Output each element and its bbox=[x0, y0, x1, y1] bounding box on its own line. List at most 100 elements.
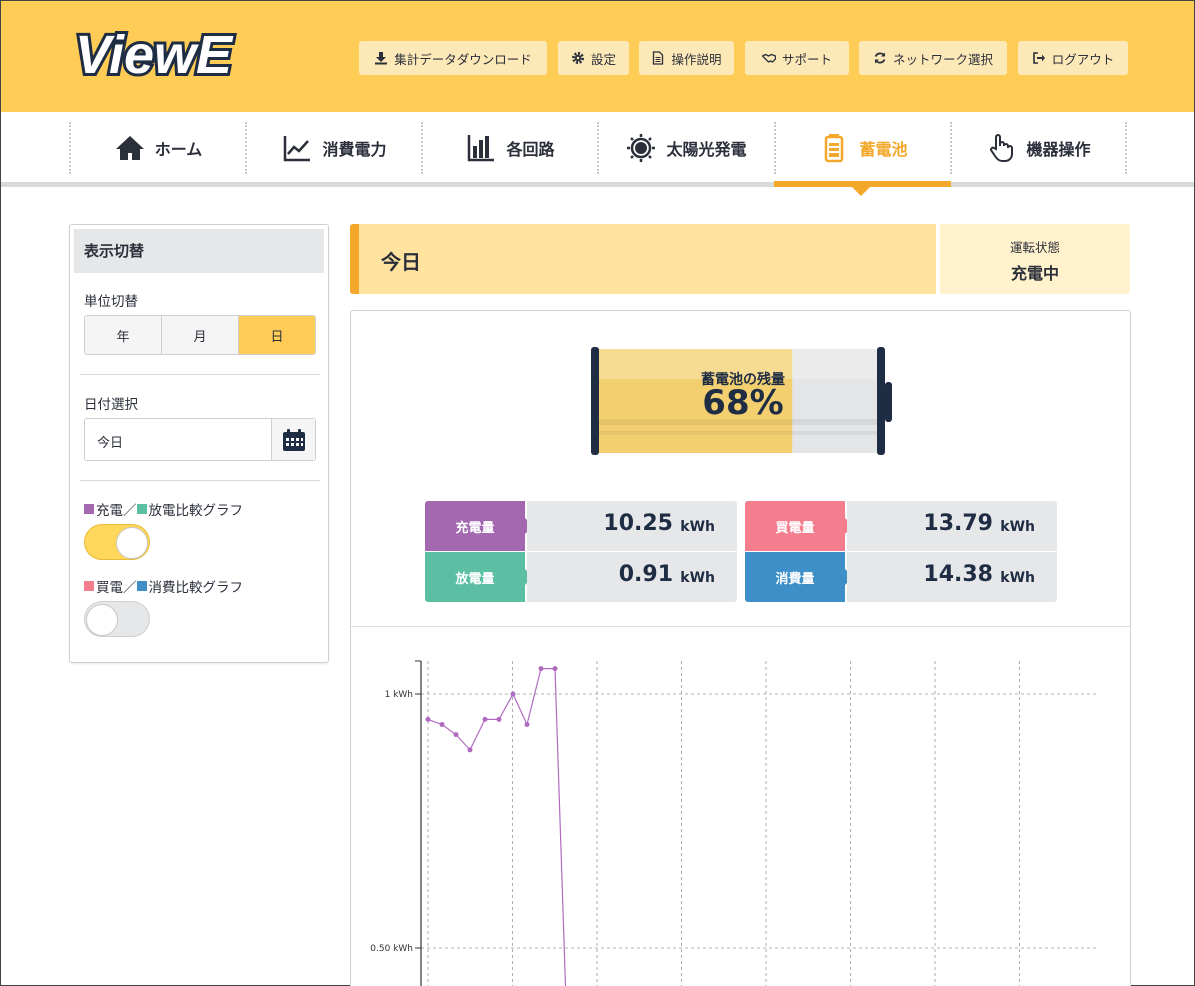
pointer-hand-icon bbox=[990, 134, 1014, 162]
date-select-label: 日付選択 bbox=[84, 397, 138, 413]
manual-button[interactable]: 操作説明 bbox=[639, 41, 734, 75]
settings-label: 設定 bbox=[590, 51, 616, 67]
nav-item-label: 機器操作 bbox=[1026, 140, 1091, 159]
nav-item-label: 蓄電池 bbox=[859, 140, 908, 159]
panel-title: 表示切替 bbox=[74, 229, 324, 273]
legend-separator: ／ bbox=[123, 503, 137, 519]
date-select-field[interactable]: 今日 bbox=[84, 418, 316, 461]
logout-button[interactable]: ログアウト bbox=[1018, 41, 1128, 75]
stat-unit: kWh bbox=[680, 519, 715, 535]
stat-value: 14.38 bbox=[923, 562, 993, 587]
home-icon bbox=[115, 136, 144, 160]
nav-item-battery[interactable]: 蓄電池 bbox=[774, 122, 951, 174]
period-title-bar: 今日 bbox=[350, 224, 936, 294]
discharge-color-swatch bbox=[136, 504, 147, 514]
network-select-button[interactable]: ネットワーク選択 bbox=[859, 41, 1007, 75]
header: ViewE 集計データダウンロード 設定 操作説明 サポート ネットワーク選択 … bbox=[1, 1, 1194, 112]
stat-label: 充電量 bbox=[425, 501, 533, 551]
nav-item-consumption[interactable]: 消費電力 bbox=[245, 122, 422, 174]
stat-value-box: 10.25 kWh bbox=[527, 501, 737, 551]
battery-icon bbox=[825, 134, 844, 163]
sun-icon bbox=[627, 134, 656, 162]
settings-button[interactable]: 設定 bbox=[558, 41, 629, 75]
nav-item-label: 消費電力 bbox=[322, 140, 387, 159]
data-point bbox=[453, 732, 459, 738]
document-icon bbox=[653, 51, 664, 65]
y-tick-label: 1 kWh bbox=[385, 690, 413, 700]
network-select-label: ネットワーク選択 bbox=[892, 51, 993, 67]
data-point bbox=[510, 691, 516, 697]
bar-chart-icon bbox=[468, 135, 495, 162]
battery-percent: 68% bbox=[702, 383, 784, 423]
refresh-icon bbox=[874, 52, 886, 64]
charge-discharge-graph-label: 充電 ／ 放電比較グラフ bbox=[84, 499, 243, 519]
manual-label: 操作説明 bbox=[671, 51, 722, 67]
unit-switch-label: 単位切替 bbox=[84, 294, 138, 310]
logout-label: ログアウト bbox=[1051, 51, 1115, 67]
divider bbox=[80, 480, 320, 481]
gear-icon bbox=[571, 52, 584, 64]
nav-item-circuits[interactable]: 各回路 bbox=[421, 122, 598, 174]
stat-unit: kWh bbox=[680, 570, 715, 586]
nav-active-caret bbox=[851, 186, 871, 196]
download-label: 集計データダウンロード bbox=[394, 51, 532, 67]
calendar-button[interactable] bbox=[271, 419, 315, 460]
calendar-icon bbox=[282, 428, 305, 451]
viewe-logo[interactable]: ViewE bbox=[71, 21, 271, 87]
toggle-knob bbox=[116, 527, 148, 559]
stat-value-box: 13.79 kWh bbox=[847, 501, 1057, 551]
nav-item-solar[interactable]: 太陽光発電 bbox=[597, 122, 774, 174]
stat-label: 放電量 bbox=[425, 552, 533, 602]
charge-discharge-chart: 1 kWh 0.50 kWh bbox=[370, 660, 1096, 986]
download-button[interactable]: 集計データダウンロード bbox=[359, 41, 547, 75]
buy-color-swatch bbox=[84, 581, 94, 591]
stat-value: 0.91 bbox=[618, 562, 673, 587]
main-nav: ホーム 消費電力 各回路 太陽光発電 蓄電池 機器操作 bbox=[1, 112, 1194, 187]
data-point bbox=[496, 716, 502, 722]
operation-status: 運転状態 充電中 bbox=[940, 224, 1130, 294]
stat-value: 13.79 bbox=[923, 511, 993, 536]
date-value: 今日 bbox=[97, 436, 124, 451]
toggle-knob bbox=[86, 604, 118, 636]
buy-consumption-toggle[interactable] bbox=[84, 601, 150, 637]
support-button[interactable]: サポート bbox=[745, 41, 849, 75]
unit-month-button[interactable]: 月 bbox=[162, 316, 239, 354]
buy-consumption-graph-label: 買電 ／ 消費比較グラフ bbox=[84, 576, 243, 596]
status-label: 運転状態 bbox=[1009, 240, 1060, 255]
nav-item-label: 各回路 bbox=[506, 140, 555, 159]
consumption-color-swatch bbox=[136, 581, 147, 591]
display-settings-panel: 表示切替 単位切替 年 月 日 日付選択 今日 充電 ／ 放電比較グラフ 買電 … bbox=[69, 224, 329, 663]
y-tick-label: 0.50 kWh bbox=[370, 944, 413, 954]
divider bbox=[80, 374, 320, 375]
logout-icon bbox=[1032, 52, 1045, 64]
handshake-icon bbox=[761, 53, 776, 63]
unit-day-button[interactable]: 日 bbox=[239, 316, 315, 354]
status-value: 充電中 bbox=[1010, 264, 1059, 283]
data-point bbox=[538, 666, 544, 672]
stat-value: 10.25 bbox=[603, 511, 673, 536]
unit-segmented-control: 年 月 日 bbox=[84, 315, 316, 355]
legend-text: 充電 bbox=[96, 503, 123, 519]
buy-amount-stat: 買電量 13.79 kWh bbox=[745, 501, 1057, 551]
data-point bbox=[524, 721, 530, 727]
data-point bbox=[439, 721, 445, 727]
legend-text: 買電 bbox=[96, 580, 123, 596]
data-point bbox=[482, 716, 488, 722]
download-icon bbox=[375, 52, 388, 65]
stat-unit: kWh bbox=[1000, 570, 1035, 586]
nav-item-device-control[interactable]: 機器操作 bbox=[950, 122, 1127, 174]
stat-value-box: 14.38 kWh bbox=[847, 552, 1057, 602]
nav-item-label: ホーム bbox=[154, 140, 203, 159]
logo-text: ViewE bbox=[75, 25, 234, 85]
nav-item-label: 太陽光発電 bbox=[666, 140, 747, 159]
legend-text: 放電比較グラフ bbox=[148, 503, 244, 519]
charge-discharge-toggle[interactable] bbox=[84, 524, 150, 560]
stat-label: 消費量 bbox=[745, 552, 853, 602]
data-point bbox=[467, 747, 473, 753]
unit-year-button[interactable]: 年 bbox=[85, 316, 162, 354]
divider bbox=[351, 626, 1130, 627]
stat-unit: kWh bbox=[1000, 519, 1035, 535]
legend-separator: ／ bbox=[123, 580, 137, 596]
charge-color-swatch bbox=[84, 504, 94, 514]
nav-item-home[interactable]: ホーム bbox=[69, 122, 246, 174]
